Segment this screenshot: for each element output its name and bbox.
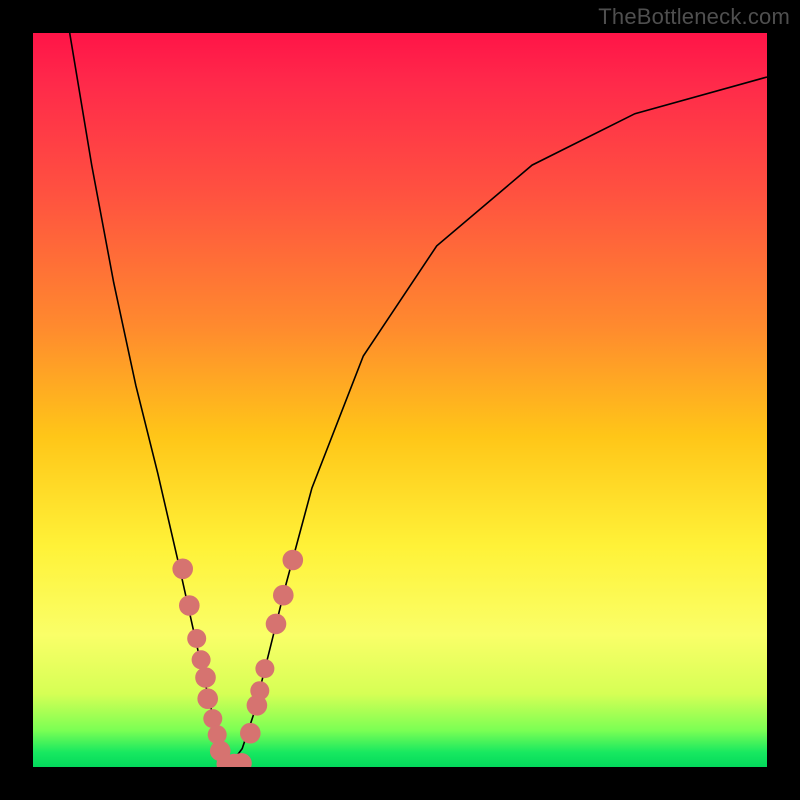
data-marker xyxy=(266,614,287,635)
data-marker xyxy=(187,629,206,648)
data-marker xyxy=(203,709,222,728)
data-marker xyxy=(179,595,200,616)
data-marker xyxy=(273,585,294,606)
plot-area xyxy=(33,33,767,767)
data-marker xyxy=(197,688,218,709)
data-marker xyxy=(283,550,304,571)
data-marker xyxy=(255,659,274,678)
chart-stage: TheBottleneck.com xyxy=(0,0,800,800)
data-marker xyxy=(250,681,269,700)
data-marker xyxy=(192,650,211,669)
data-marker xyxy=(195,667,216,688)
data-marker xyxy=(172,559,193,580)
bottleneck-curve xyxy=(70,33,767,763)
curve-svg xyxy=(33,33,767,767)
data-marker xyxy=(240,723,261,744)
watermark-text: TheBottleneck.com xyxy=(598,4,790,30)
marker-group xyxy=(172,550,303,767)
